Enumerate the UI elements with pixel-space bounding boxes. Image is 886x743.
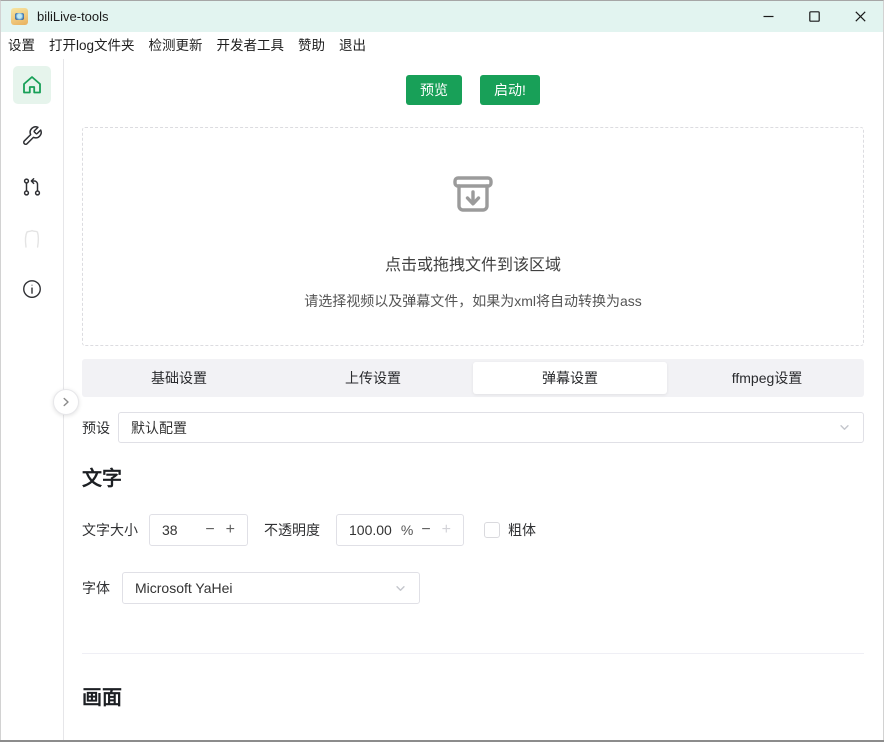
file-dropzone[interactable]: 点击或拖拽文件到该区域 请选择视频以及弹幕文件，如果为xml将自动转换为ass — [82, 127, 864, 346]
sidebar-item-home[interactable] — [13, 66, 51, 104]
menu-item-exit[interactable]: 退出 — [332, 32, 373, 59]
section-heading-screen: 画面 — [82, 684, 864, 712]
git-compare-icon — [21, 176, 43, 198]
minimize-icon — [763, 11, 774, 22]
preset-label: 预设 — [82, 418, 110, 438]
wrench-icon — [21, 125, 43, 147]
font-family-select[interactable]: Microsoft YaHei — [122, 572, 420, 604]
menu-item-check-update[interactable]: 检测更新 — [142, 32, 210, 59]
minimize-button[interactable] — [745, 1, 791, 32]
opacity-label: 不透明度 — [264, 520, 320, 540]
menubar: 设置 打开log文件夹 检测更新 开发者工具 赞助 退出 — [1, 32, 883, 59]
opacity-value-input[interactable] — [349, 522, 401, 538]
window-title: biliLive-tools — [37, 9, 109, 24]
bold-checkbox-label: 粗体 — [508, 520, 536, 540]
font-family-select-value: Microsoft YaHei — [135, 580, 394, 596]
opacity-input: % − + — [336, 514, 464, 546]
font-family-label: 字体 — [82, 578, 110, 598]
section-divider — [82, 653, 864, 654]
maximize-icon — [809, 11, 820, 22]
app-logo-icon — [11, 8, 28, 25]
preset-select-value: 默认配置 — [131, 418, 838, 438]
chevron-down-icon — [394, 582, 407, 595]
app-window: biliLive-tools 设置 打开log文件夹 检测更新 开发者工具 赞助… — [0, 0, 884, 740]
font-size-input: − + — [149, 514, 248, 546]
opacity-increment-button[interactable]: + — [442, 522, 451, 538]
tab-ffmpeg-settings[interactable]: ffmpeg设置 — [670, 362, 864, 394]
settings-tabs: 基础设置 上传设置 弹幕设置 ffmpeg设置 — [82, 359, 864, 397]
home-icon — [20, 73, 44, 97]
clip-icon — [19, 225, 45, 251]
menu-item-open-log-folder[interactable]: 打开log文件夹 — [42, 32, 142, 59]
sidebar-item-clip-disabled[interactable] — [13, 219, 51, 257]
main-content: 预览 启动! 点击或拖拽文件到该区域 请选择视频以及弹幕文件，如果为xml将自动… — [64, 59, 883, 740]
bold-checkbox[interactable] — [484, 522, 500, 538]
font-size-value-input[interactable] — [162, 522, 205, 538]
action-buttons: 预览 启动! — [82, 75, 864, 105]
font-size-decrement-button[interactable]: − — [205, 522, 214, 538]
start-button[interactable]: 启动! — [480, 75, 540, 105]
sidebar-item-sync[interactable] — [13, 168, 51, 206]
dropzone-subtitle: 请选择视频以及弹幕文件，如果为xml将自动转换为ass — [304, 291, 642, 311]
menu-item-devtools[interactable]: 开发者工具 — [210, 32, 292, 59]
preset-row: 预设 默认配置 — [82, 412, 864, 443]
maximize-button[interactable] — [791, 1, 837, 32]
sidebar-item-about[interactable] — [13, 270, 51, 308]
preview-button[interactable]: 预览 — [406, 75, 462, 105]
text-controls-row: 文字大小 − + 不透明度 % − + 粗体 — [82, 514, 864, 546]
opacity-suffix: % — [401, 522, 413, 538]
tab-upload-settings[interactable]: 上传设置 — [276, 362, 470, 394]
chevron-down-icon — [838, 421, 851, 434]
font-row: 字体 Microsoft YaHei — [82, 572, 864, 604]
archive-download-icon — [441, 163, 505, 227]
preset-select[interactable]: 默认配置 — [118, 412, 864, 443]
titlebar: biliLive-tools — [1, 1, 883, 32]
sidebar-expand-button[interactable] — [53, 389, 79, 415]
chevron-right-icon — [60, 396, 72, 408]
sidebar-item-tools[interactable] — [13, 117, 51, 155]
close-button[interactable] — [837, 1, 883, 32]
info-icon — [21, 278, 43, 300]
menu-item-sponsor[interactable]: 赞助 — [291, 32, 332, 59]
dropzone-title: 点击或拖拽文件到该区域 — [385, 251, 561, 275]
app-body: 预览 启动! 点击或拖拽文件到该区域 请选择视频以及弹幕文件，如果为xml将自动… — [1, 59, 883, 740]
font-size-label: 文字大小 — [82, 520, 138, 540]
tab-danmaku-settings[interactable]: 弹幕设置 — [473, 362, 667, 394]
opacity-decrement-button[interactable]: − — [421, 522, 430, 538]
close-icon — [855, 11, 866, 22]
font-size-increment-button[interactable]: + — [226, 522, 235, 538]
section-heading-text: 文字 — [82, 465, 864, 493]
menu-item-settings[interactable]: 设置 — [1, 32, 42, 59]
tab-basic-settings[interactable]: 基础设置 — [82, 362, 276, 394]
